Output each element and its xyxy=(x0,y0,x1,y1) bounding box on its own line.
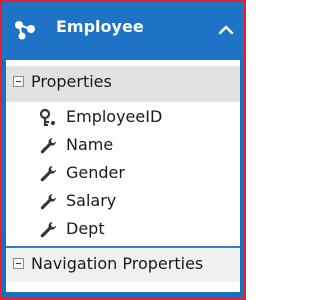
property-label: Gender xyxy=(66,163,125,182)
property-label: Name xyxy=(66,135,114,154)
property-row-employeeid[interactable]: EmployeeID xyxy=(38,104,228,132)
entity-body: Properties EmployeeID Name Gender Salary… xyxy=(6,60,240,292)
collapse-minus-icon[interactable] xyxy=(13,258,24,269)
navigation-section-header[interactable]: Navigation Properties xyxy=(6,246,240,282)
property-label: Salary xyxy=(66,191,117,210)
properties-section-header[interactable]: Properties xyxy=(6,66,240,102)
property-row-dept[interactable]: Dept xyxy=(38,216,228,244)
chevron-up-icon[interactable] xyxy=(216,20,236,40)
wrench-icon xyxy=(40,222,57,238)
wrench-icon xyxy=(40,166,57,182)
entity-icon xyxy=(15,21,35,40)
entity-box: Employee Properties EmployeeID Name Gend… xyxy=(0,0,246,300)
wrench-icon xyxy=(40,194,57,210)
property-row-salary[interactable]: Salary xyxy=(38,188,228,216)
property-row-name[interactable]: Name xyxy=(38,132,228,160)
entity-header[interactable]: Employee xyxy=(2,2,244,60)
key-icon xyxy=(39,108,55,126)
property-label: EmployeeID xyxy=(66,107,163,126)
collapse-minus-icon[interactable] xyxy=(13,76,24,87)
properties-section-label: Properties xyxy=(31,72,112,91)
navigation-section-label: Navigation Properties xyxy=(31,254,204,273)
wrench-icon xyxy=(40,138,57,154)
property-row-gender[interactable]: Gender xyxy=(38,160,228,188)
property-label: Dept xyxy=(66,219,105,238)
entity-title: Employee xyxy=(56,17,144,36)
